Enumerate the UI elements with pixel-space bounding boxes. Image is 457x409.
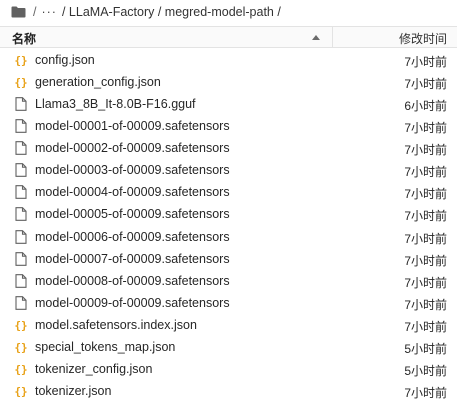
svg-text:{}: {} [15,385,27,398]
file-name[interactable]: generation_config.json [35,75,161,89]
file-name[interactable]: model-00003-of-00009.safetensors [35,163,230,177]
column-header-name[interactable]: 名称 [12,30,36,47]
file-row[interactable]: Llama3_8B_It-8.0B-F16.gguf 6小时前 [0,93,457,115]
file-modified-time: 7小时前 [404,297,447,312]
file-name[interactable]: model.safetensors.index.json [35,318,197,332]
file-icon [15,273,27,288]
file-modified-time: 7小时前 [404,143,447,158]
file-row[interactable]: {} model.safetensors.index.json 7小时前 [0,314,457,336]
file-row[interactable]: {} generation_config.json 7小时前 [0,71,457,93]
file-icon [15,163,27,178]
column-divider[interactable] [332,27,333,47]
file-row[interactable]: model-00003-of-00009.safetensors 7小时前 [0,159,457,181]
file-modified-time: 7小时前 [404,209,447,224]
file-name[interactable]: config.json [35,53,95,67]
svg-text:{}: {} [15,76,27,89]
file-modified-time: 7小时前 [404,165,447,180]
file-row[interactable]: model-00004-of-00009.safetensors 7小时前 [0,181,457,203]
file-modified-time: 7小时前 [404,253,447,268]
breadcrumb-ellipsis[interactable]: ··· [41,5,57,19]
file-modified-time: 7小时前 [404,55,447,69]
file-modified-time: 5小时前 [404,341,447,356]
column-header-modified[interactable]: 修改时间 [399,30,447,47]
json-file-icon: {} [14,340,27,354]
file-name[interactable]: tokenizer_config.json [35,362,152,376]
svg-text:{}: {} [15,54,27,67]
file-row[interactable]: model-00001-of-00009.safetensors 7小时前 [0,115,457,137]
file-row[interactable]: model-00006-of-00009.safetensors 7小时前 [0,226,457,248]
svg-text:{}: {} [15,341,27,354]
file-modified-time: 7小时前 [404,275,447,290]
file-modified-time: 7小时前 [404,385,447,400]
folder-icon[interactable] [11,6,26,18]
file-icon [15,207,27,222]
file-modified-time: 5小时前 [404,363,447,378]
breadcrumb-separator: / [33,5,37,19]
file-modified-time: 7小时前 [404,231,447,246]
file-icon [15,251,27,266]
file-name[interactable]: model-00001-of-00009.safetensors [35,119,230,133]
file-list: {} config.json 7小时前 {} generation_config.jso… [0,49,457,402]
file-icon [15,141,27,156]
file-row[interactable]: model-00009-of-00009.safetensors 7小时前 [0,292,457,314]
json-file-icon: {} [14,362,27,376]
file-icon [15,119,27,134]
file-icon [15,229,27,244]
file-modified-time: 6小时前 [404,99,447,114]
file-name[interactable]: Llama3_8B_It-8.0B-F16.gguf [35,97,196,111]
file-name[interactable]: model-00009-of-00009.safetensors [35,296,230,310]
file-modified-time: 7小时前 [404,187,447,202]
svg-text:{}: {} [15,319,27,332]
file-row[interactable]: model-00007-of-00009.safetensors 7小时前 [0,248,457,270]
file-name[interactable]: special_tokens_map.json [35,340,175,354]
file-name[interactable]: model-00006-of-00009.safetensors [35,230,230,244]
file-row[interactable]: {} special_tokens_map.json 5小时前 [0,336,457,358]
json-file-icon: {} [14,53,27,67]
file-modified-time: 7小时前 [404,121,447,136]
file-row[interactable]: {} config.json 7小时前 [0,49,457,71]
file-name[interactable]: tokenizer.json [35,384,111,398]
file-list-header: 名称 修改时间 [0,26,457,48]
json-file-icon: {} [14,318,27,332]
sort-ascending-icon[interactable] [312,35,320,40]
file-icon [15,97,27,111]
file-icon [15,295,27,310]
file-row[interactable]: model-00005-of-00009.safetensors 7小时前 [0,203,457,225]
svg-text:{}: {} [15,363,27,376]
file-modified-time: 7小时前 [404,77,447,92]
breadcrumb-path[interactable]: / LLaMA-Factory / megred-model-path / [62,5,281,19]
file-name[interactable]: model-00007-of-00009.safetensors [35,252,230,266]
file-name[interactable]: model-00004-of-00009.safetensors [35,185,230,199]
file-row[interactable]: {} tokenizer_config.json 5小时前 [0,358,457,380]
breadcrumb: / ··· / LLaMA-Factory / megred-model-pat… [0,0,457,24]
file-row[interactable]: model-00002-of-00009.safetensors 7小时前 [0,137,457,159]
file-modified-time: 7小时前 [404,319,447,334]
file-name[interactable]: model-00005-of-00009.safetensors [35,207,230,221]
json-file-icon: {} [14,384,27,398]
file-row[interactable]: model-00008-of-00009.safetensors 7小时前 [0,270,457,292]
file-name[interactable]: model-00002-of-00009.safetensors [35,141,230,155]
file-name[interactable]: model-00008-of-00009.safetensors [35,274,230,288]
json-file-icon: {} [14,75,27,89]
file-icon [15,185,27,200]
file-row[interactable]: {} tokenizer.json 7小时前 [0,380,457,402]
